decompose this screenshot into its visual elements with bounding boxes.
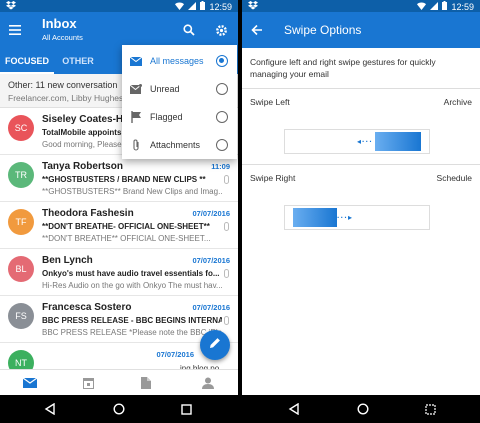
hamburger-menu-icon[interactable]	[8, 23, 22, 37]
tab-focused[interactable]: FOCUSED	[0, 48, 54, 74]
message-date: 07/07/2016	[192, 303, 230, 312]
status-time: 12:59	[209, 1, 232, 12]
inbox-app-bar: Inbox All Accounts	[0, 12, 238, 48]
system-navigation-bar	[0, 395, 238, 423]
message-row[interactable]: TR Tanya Robertson 11:09 **GHOSTBUSTERS …	[0, 155, 238, 202]
page-title: Swipe Options	[284, 23, 362, 37]
menu-item-label: Flagged	[150, 112, 183, 122]
tab-other[interactable]: OTHER	[56, 48, 100, 74]
inbox-title: Inbox	[42, 16, 77, 31]
swipe-left-label: Swipe Left	[250, 97, 290, 107]
avatar: BL	[8, 256, 34, 282]
inbox-screen: 12:59 Inbox All Accounts FOCUSED OTHER O…	[0, 0, 238, 423]
message-date: 07/07/2016	[156, 350, 194, 359]
search-icon[interactable]	[182, 23, 196, 37]
message-date: 07/07/2016	[192, 209, 230, 218]
swipe-left-value: Archive	[443, 97, 472, 107]
message-preview: **GHOSTBUSTERS** Brand New Clips and Ima…	[42, 187, 222, 196]
swipe-options-app-bar: Swipe Options	[242, 12, 480, 48]
files-icon[interactable]	[136, 374, 156, 392]
message-row[interactable]: BL Ben Lynch 07/07/2016 Onkyo's must hav…	[0, 249, 238, 296]
people-icon[interactable]	[198, 374, 218, 392]
status-bar: 12:59	[242, 0, 480, 12]
attachment-icon	[224, 316, 229, 325]
swipe-left-setting[interactable]: Swipe Left Archive ◂···	[242, 88, 480, 164]
home-circle-icon[interactable]	[111, 401, 127, 417]
message-subject: Onkyo's must have audio travel essential…	[42, 269, 220, 278]
message-date: 11:09	[211, 162, 230, 171]
mail-icon[interactable]	[20, 374, 40, 392]
menu-item-flagged[interactable]: Flagged	[122, 103, 237, 131]
right-arrow-icon: ···▸	[337, 213, 354, 222]
menu-item-unread[interactable]: Unread	[122, 75, 237, 103]
menu-item-label: All messages	[150, 56, 204, 66]
message-sender: Ben Lynch	[42, 255, 93, 266]
message-preview: Hi-Res Audio on the go with Onkyo The mu…	[42, 281, 222, 290]
message-sender: Theodora Fashesin	[42, 208, 134, 219]
menu-item-label: Unread	[150, 84, 180, 94]
radio-unselected[interactable]	[216, 111, 228, 123]
wifi-icon	[175, 2, 185, 12]
menu-item-all-messages[interactable]: All messages	[122, 47, 237, 75]
swipe-right-setting[interactable]: Swipe Right Schedule ···▸	[242, 164, 480, 240]
message-subject: **DON'T BREATHE- OFFICIAL ONE-SHEET**	[42, 222, 210, 231]
swipe-left-action-bar	[375, 132, 421, 151]
swipe-right-illustration: ···▸	[284, 205, 430, 230]
back-triangle-icon[interactable]	[42, 401, 58, 417]
recents-square-icon[interactable]	[178, 401, 194, 417]
message-sender: Francesca Sostero	[42, 302, 132, 313]
home-circle-icon[interactable]	[355, 401, 371, 417]
status-time: 12:59	[451, 1, 474, 12]
status-bar: 12:59	[0, 0, 238, 12]
message-subject: BBC PRESS RELEASE - BBC BEGINS INTERNATI…	[42, 316, 222, 325]
avatar: TF	[8, 209, 34, 235]
battery-icon	[200, 1, 206, 12]
radio-unselected[interactable]	[216, 139, 228, 151]
paperclip-icon	[130, 139, 142, 151]
unread-envelope-icon	[130, 83, 142, 95]
envelope-icon	[130, 55, 142, 67]
account-label: All Accounts	[42, 33, 83, 42]
filter-dropdown-menu: All messages Unread Flagged Attachments	[122, 45, 237, 159]
recents-square-icon[interactable]	[422, 401, 438, 417]
attachment-icon	[224, 175, 229, 184]
message-sender: Tanya Robertson	[42, 161, 123, 172]
dropbox-icon	[6, 1, 16, 12]
back-arrow-icon[interactable]	[250, 23, 264, 37]
message-subject: **GHOSTBUSTERS / BRAND NEW CLIPS **	[42, 175, 206, 184]
menu-item-attachments[interactable]: Attachments	[122, 131, 237, 159]
system-navigation-bar	[242, 395, 480, 423]
menu-item-label: Attachments	[150, 140, 201, 150]
signal-icon	[430, 1, 439, 12]
settings-gear-icon[interactable]	[214, 23, 228, 37]
signal-icon	[188, 1, 197, 12]
radio-selected[interactable]	[216, 55, 228, 67]
message-preview: BBC PRESS RELEASE *Please note the BBC i…	[42, 328, 222, 337]
flag-icon	[130, 111, 142, 123]
left-arrow-icon: ◂···	[357, 137, 374, 146]
battery-icon	[442, 1, 448, 12]
swipe-description: Configure left and right swipe gestures …	[250, 57, 436, 79]
calendar-icon[interactable]	[78, 374, 98, 392]
swipe-right-value: Schedule	[436, 173, 472, 183]
attachment-icon	[224, 222, 229, 231]
back-triangle-icon[interactable]	[286, 401, 302, 417]
pencil-icon	[209, 336, 221, 354]
swipe-options-screen: 12:59 Swipe Options Configure left and r…	[242, 0, 480, 423]
avatar: SC	[8, 115, 34, 141]
radio-unselected[interactable]	[216, 83, 228, 95]
message-date: 07/07/2016	[192, 256, 230, 265]
bottom-navigation	[0, 369, 238, 395]
avatar: FS	[8, 303, 34, 329]
swipe-left-illustration: ◂···	[284, 129, 430, 154]
compose-button[interactable]	[200, 330, 230, 360]
message-row[interactable]: TF Theodora Fashesin 07/07/2016 **DON'T …	[0, 202, 238, 249]
attachment-icon	[224, 269, 229, 278]
wifi-icon	[417, 2, 427, 12]
swipe-right-action-bar	[293, 208, 337, 227]
message-preview: **DON'T BREATHE** OFFICIAL ONE-SHEET...	[42, 234, 211, 243]
avatar: TR	[8, 162, 34, 188]
dropbox-icon	[248, 1, 258, 12]
swipe-right-label: Swipe Right	[250, 173, 296, 183]
